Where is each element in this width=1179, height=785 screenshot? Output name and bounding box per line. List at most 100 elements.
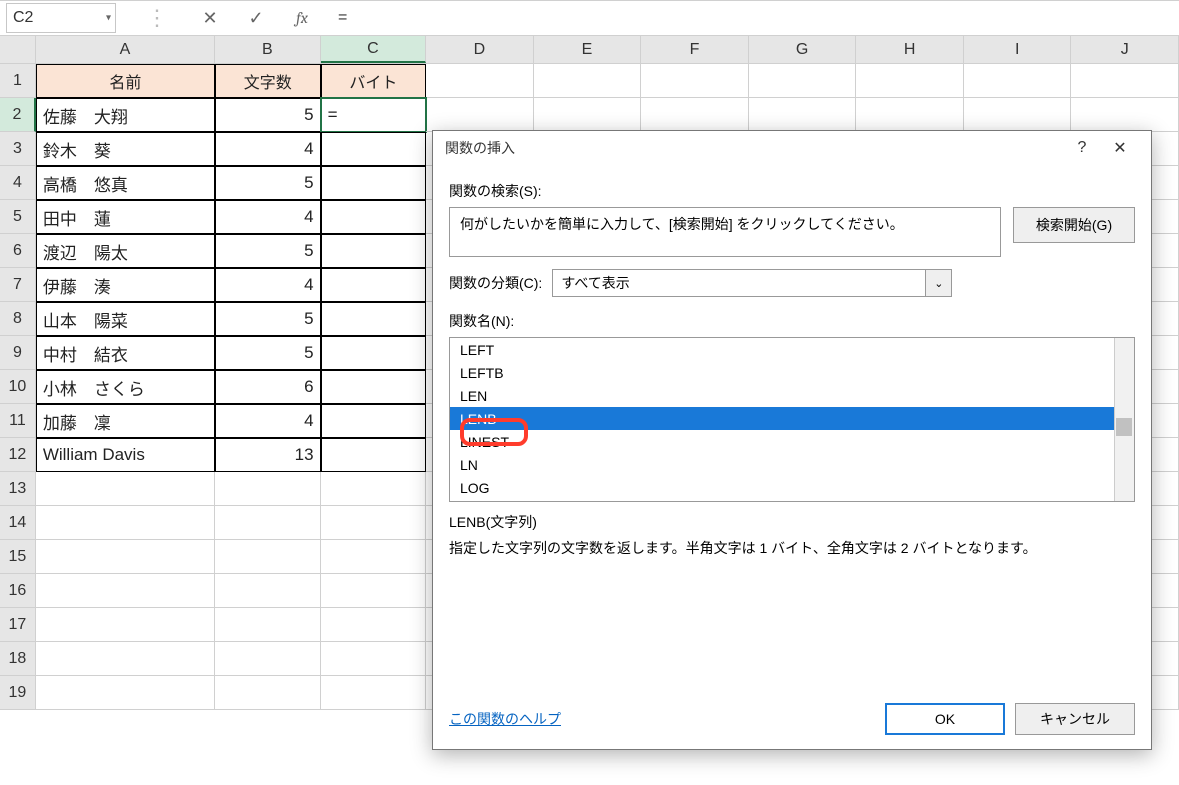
name-cell[interactable]: 伊藤 湊 bbox=[36, 268, 215, 302]
cell[interactable] bbox=[321, 676, 427, 710]
name-cell[interactable]: 中村 結衣 bbox=[36, 336, 215, 370]
row-header[interactable]: 3 bbox=[0, 132, 36, 166]
count-cell[interactable]: 5 bbox=[215, 98, 321, 132]
select-all-corner[interactable] bbox=[0, 36, 36, 63]
row-header[interactable]: 4 bbox=[0, 166, 36, 200]
column-header-C[interactable]: C bbox=[321, 36, 427, 63]
column-header-H[interactable]: H bbox=[856, 36, 964, 63]
bytes-cell[interactable] bbox=[321, 336, 427, 370]
chevron-down-icon[interactable]: ⌄ bbox=[925, 270, 951, 296]
name-cell[interactable]: William Davis bbox=[36, 438, 215, 472]
count-cell[interactable]: 4 bbox=[215, 268, 321, 302]
count-cell[interactable]: 5 bbox=[215, 166, 321, 200]
row-header[interactable]: 14 bbox=[0, 506, 36, 540]
function-item[interactable]: LEFTB bbox=[450, 361, 1134, 384]
function-item[interactable]: LEN bbox=[450, 384, 1134, 407]
category-select[interactable]: すべて表示 ⌄ bbox=[552, 269, 952, 297]
function-listbox[interactable]: LEFTLEFTBLENLENBLINESTLNLOG bbox=[449, 337, 1135, 502]
cell[interactable] bbox=[856, 64, 964, 98]
bytes-cell[interactable] bbox=[321, 370, 427, 404]
column-header-J[interactable]: J bbox=[1071, 36, 1179, 63]
count-cell[interactable]: 5 bbox=[215, 234, 321, 268]
count-cell[interactable]: 5 bbox=[215, 336, 321, 370]
bytes-cell[interactable] bbox=[321, 302, 427, 336]
cell[interactable] bbox=[321, 472, 427, 506]
search-input[interactable]: 何がしたいかを簡単に入力して、[検索開始] をクリックしてください。 bbox=[449, 207, 1001, 257]
cell[interactable] bbox=[641, 98, 749, 132]
cell[interactable] bbox=[215, 676, 321, 710]
name-cell[interactable]: 渡辺 陽太 bbox=[36, 234, 215, 268]
bytes-cell[interactable] bbox=[321, 268, 427, 302]
cell[interactable] bbox=[321, 540, 427, 574]
count-cell[interactable]: 6 bbox=[215, 370, 321, 404]
cancel-button[interactable]: キャンセル bbox=[1015, 703, 1135, 735]
row-header[interactable]: 6 bbox=[0, 234, 36, 268]
cell[interactable] bbox=[36, 540, 215, 574]
row-header[interactable]: 17 bbox=[0, 608, 36, 642]
ok-button[interactable]: OK bbox=[885, 703, 1005, 735]
row-header[interactable]: 5 bbox=[0, 200, 36, 234]
header-cell[interactable]: バイト bbox=[321, 64, 427, 98]
row-header[interactable]: 11 bbox=[0, 404, 36, 438]
cell[interactable] bbox=[215, 540, 321, 574]
name-cell[interactable]: 小林 さくら bbox=[36, 370, 215, 404]
column-header-E[interactable]: E bbox=[534, 36, 642, 63]
cell[interactable] bbox=[964, 98, 1072, 132]
cell[interactable] bbox=[321, 608, 427, 642]
bytes-cell[interactable] bbox=[321, 438, 427, 472]
name-cell[interactable]: 鈴木 葵 bbox=[36, 132, 215, 166]
search-go-button[interactable]: 検索開始(G) bbox=[1013, 207, 1135, 243]
count-cell[interactable]: 4 bbox=[215, 200, 321, 234]
close-icon[interactable]: ✕ bbox=[1101, 134, 1139, 162]
cell[interactable] bbox=[215, 506, 321, 540]
column-header-B[interactable]: B bbox=[215, 36, 321, 63]
bytes-cell[interactable] bbox=[321, 132, 427, 166]
header-cell[interactable]: 名前 bbox=[36, 64, 215, 98]
column-header-F[interactable]: F bbox=[641, 36, 749, 63]
function-help-link[interactable]: この関数のヘルプ bbox=[449, 709, 561, 729]
function-item[interactable]: LEFT bbox=[450, 338, 1134, 361]
bytes-cell[interactable] bbox=[321, 234, 427, 268]
row-header[interactable]: 18 bbox=[0, 642, 36, 676]
cell[interactable] bbox=[36, 574, 215, 608]
function-item[interactable]: LN bbox=[450, 453, 1134, 476]
cell[interactable] bbox=[534, 98, 642, 132]
cell[interactable] bbox=[36, 676, 215, 710]
cell[interactable] bbox=[534, 64, 642, 98]
name-cell[interactable]: 田中 蓮 bbox=[36, 200, 215, 234]
cell[interactable] bbox=[215, 642, 321, 676]
cell[interactable] bbox=[36, 608, 215, 642]
cell[interactable] bbox=[36, 642, 215, 676]
row-header[interactable]: 8 bbox=[0, 302, 36, 336]
bytes-cell[interactable] bbox=[321, 404, 427, 438]
fx-icon[interactable]: fx bbox=[284, 3, 320, 33]
cell[interactable] bbox=[321, 574, 427, 608]
cell[interactable] bbox=[641, 64, 749, 98]
cell[interactable] bbox=[426, 98, 534, 132]
help-icon[interactable]: ? bbox=[1063, 134, 1101, 162]
cell[interactable] bbox=[321, 506, 427, 540]
cell[interactable] bbox=[1071, 98, 1179, 132]
cell[interactable] bbox=[215, 608, 321, 642]
cancel-formula-icon[interactable]: ✕ bbox=[192, 3, 228, 33]
cell[interactable] bbox=[426, 64, 534, 98]
row-header[interactable]: 19 bbox=[0, 676, 36, 710]
cell[interactable] bbox=[749, 98, 857, 132]
count-cell[interactable]: 5 bbox=[215, 302, 321, 336]
bytes-cell[interactable] bbox=[321, 166, 427, 200]
function-item[interactable]: LENB bbox=[450, 407, 1134, 430]
name-box[interactable]: C2 ▾ bbox=[6, 3, 116, 33]
scrollbar-thumb[interactable] bbox=[1116, 418, 1132, 436]
scrollbar[interactable] bbox=[1114, 338, 1134, 501]
header-cell[interactable]: 文字数 bbox=[215, 64, 321, 98]
cell[interactable] bbox=[36, 506, 215, 540]
name-cell[interactable]: 山本 陽菜 bbox=[36, 302, 215, 336]
cell[interactable] bbox=[964, 64, 1072, 98]
column-header-D[interactable]: D bbox=[426, 36, 534, 63]
row-header[interactable]: 2 bbox=[0, 98, 36, 132]
function-item[interactable]: LOG bbox=[450, 476, 1134, 499]
row-header[interactable]: 10 bbox=[0, 370, 36, 404]
formula-input[interactable]: = bbox=[338, 9, 1179, 27]
row-header[interactable]: 1 bbox=[0, 64, 36, 98]
column-header-A[interactable]: A bbox=[36, 36, 215, 63]
